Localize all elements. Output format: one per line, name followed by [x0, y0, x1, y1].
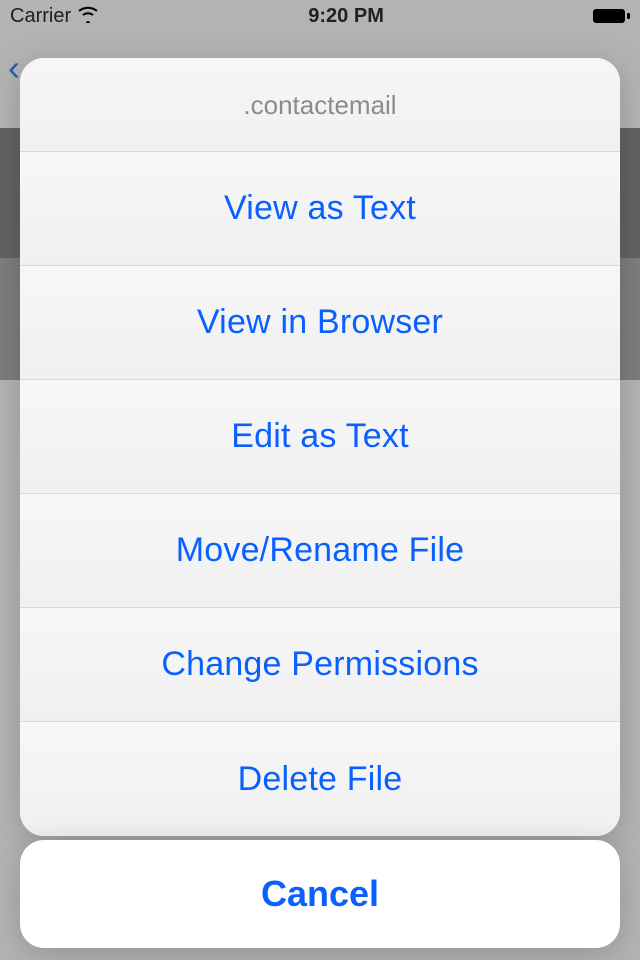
action-sheet: .contactemail View as Text View in Brows…	[20, 58, 620, 836]
action-sheet-title: .contactemail	[20, 58, 620, 152]
back-chevron-icon: ‹	[8, 50, 20, 86]
cancel-button[interactable]: Cancel	[20, 840, 620, 948]
clock-label: 9:20 PM	[308, 5, 384, 28]
carrier-label: Carrier	[10, 5, 71, 28]
status-bar: Carrier 9:20 PM	[0, 0, 640, 32]
battery-icon	[593, 9, 630, 23]
wifi-icon	[77, 5, 99, 27]
action-change-permissions[interactable]: Change Permissions	[20, 608, 620, 722]
action-delete-file[interactable]: Delete File	[20, 722, 620, 836]
action-view-as-text[interactable]: View as Text	[20, 152, 620, 266]
action-move-rename-file[interactable]: Move/Rename File	[20, 494, 620, 608]
action-edit-as-text[interactable]: Edit as Text	[20, 380, 620, 494]
action-view-in-browser[interactable]: View in Browser	[20, 266, 620, 380]
